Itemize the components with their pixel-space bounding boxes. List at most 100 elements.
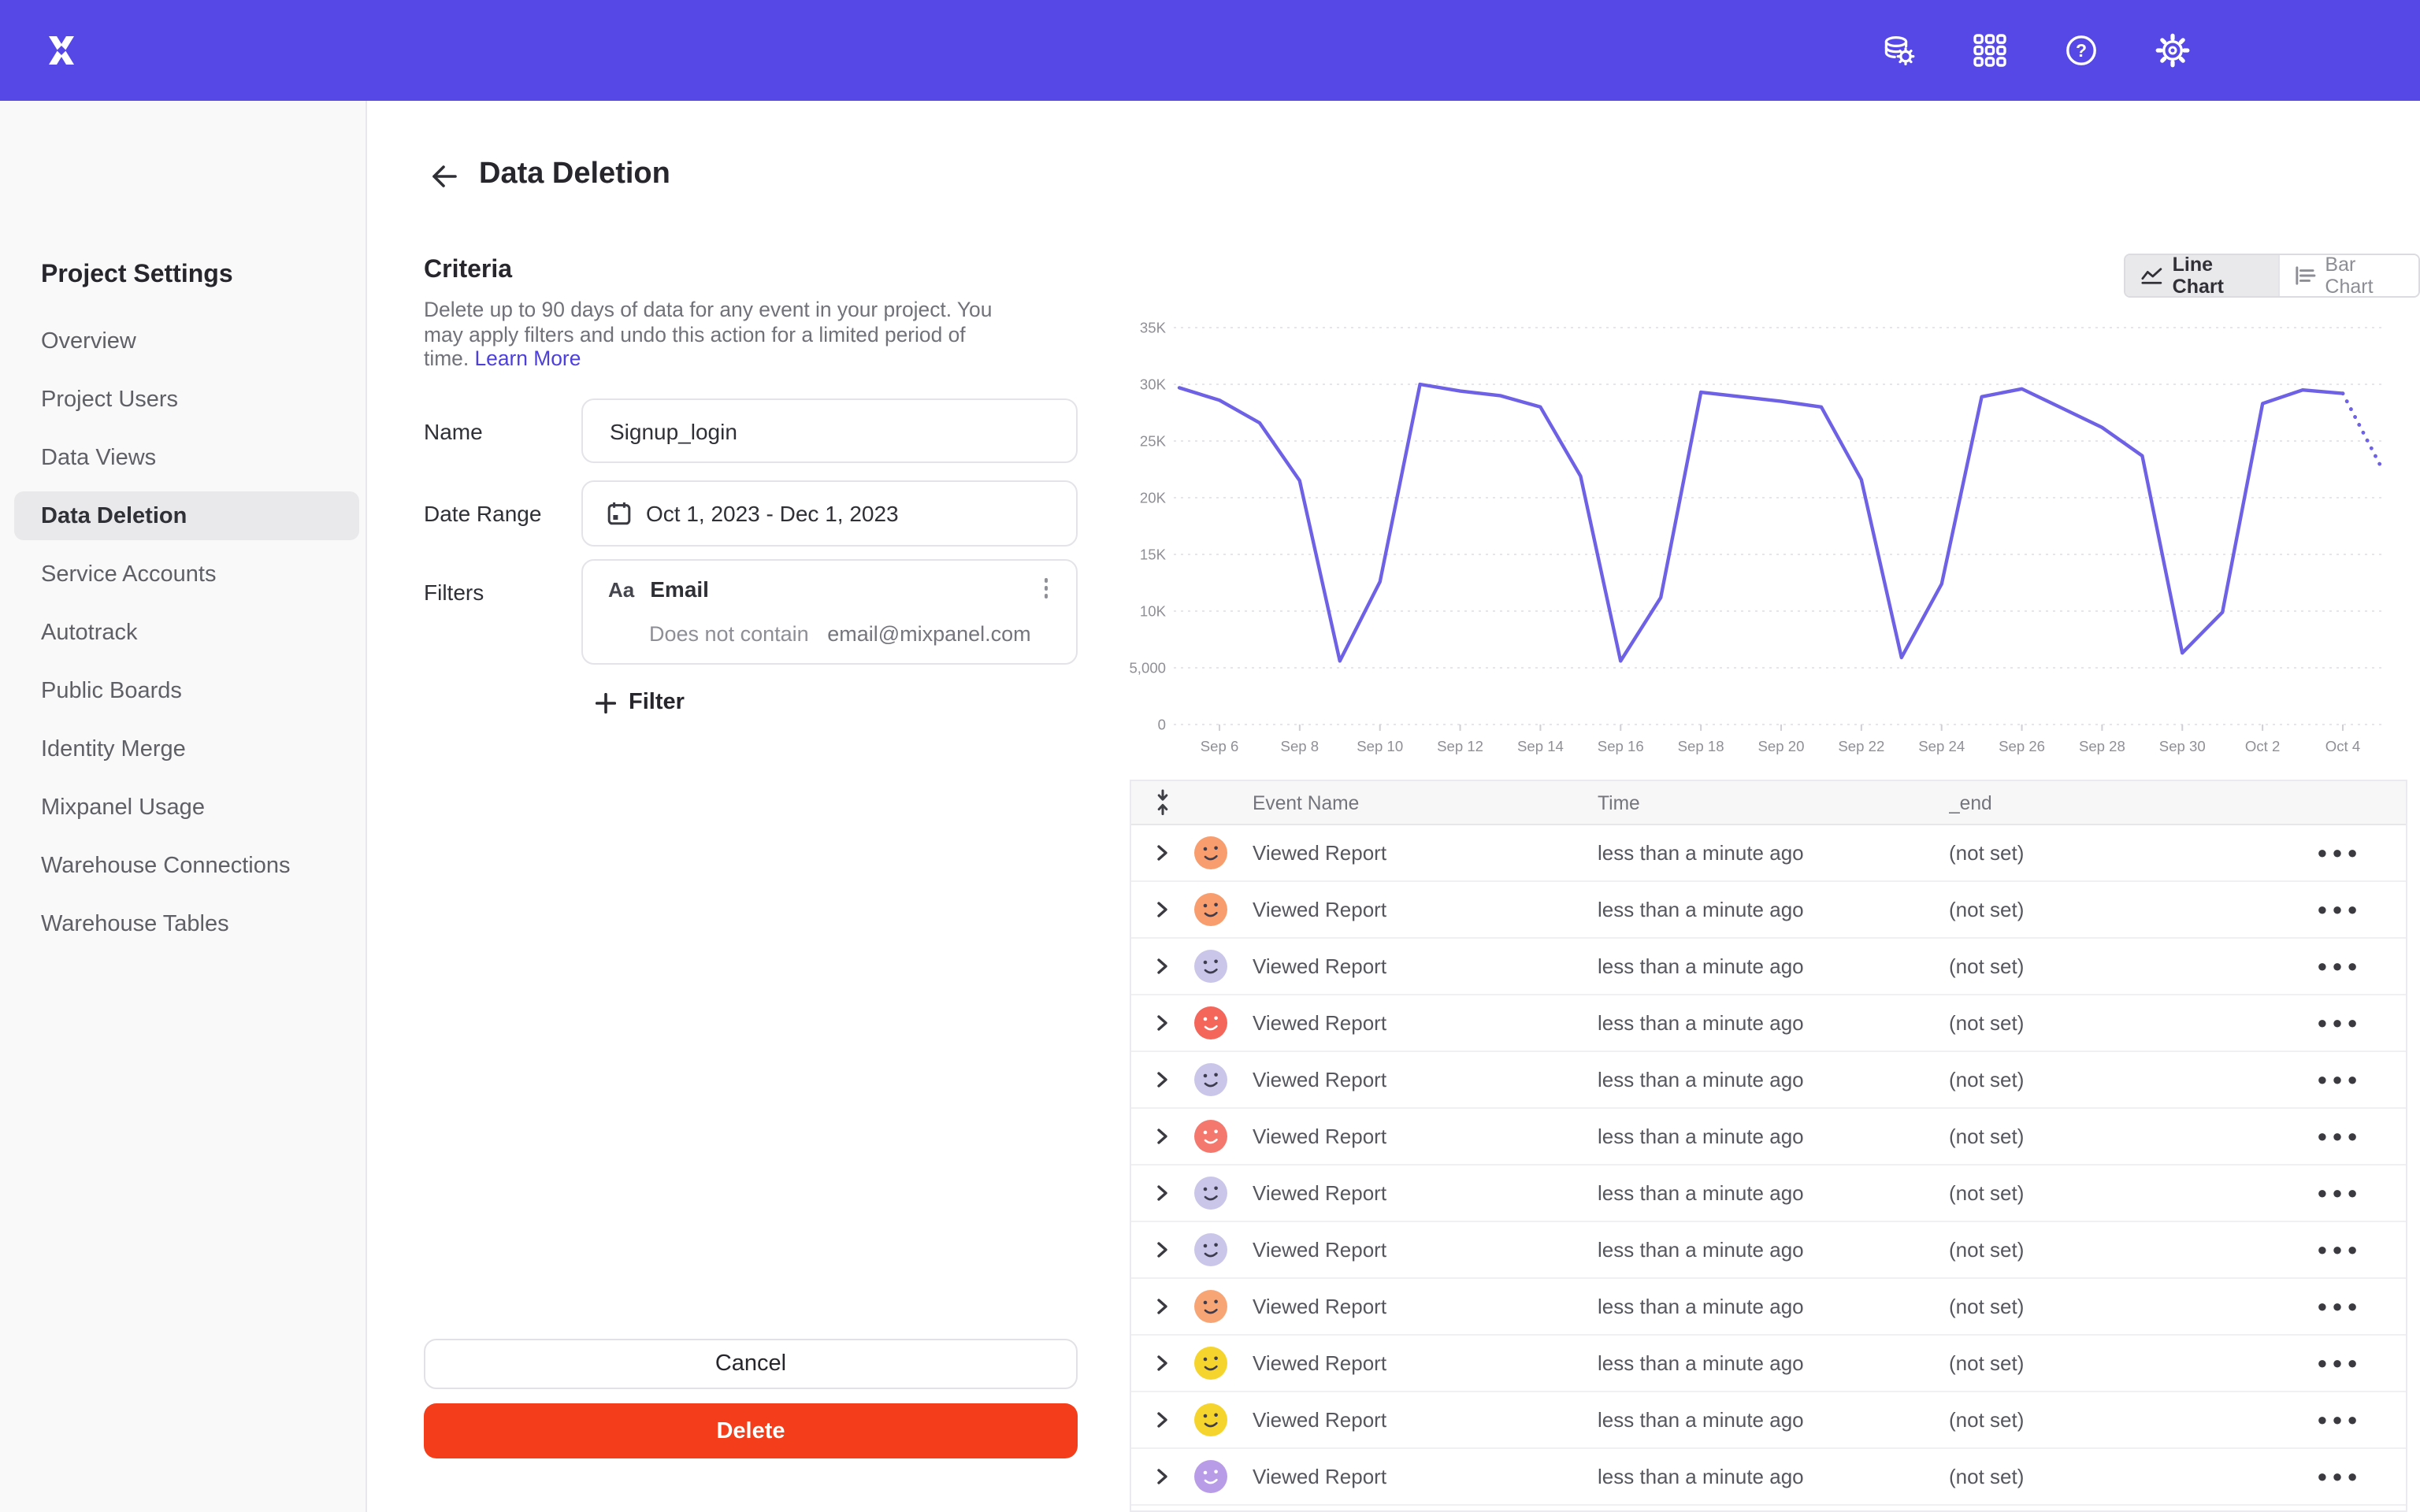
table-body: Viewed Report less than a minute ago (no… (1131, 825, 2406, 1512)
table-row[interactable]: Viewed Report less than a minute ago (no… (1131, 825, 2406, 882)
add-filter-button[interactable]: Filter (596, 690, 685, 715)
svg-text:Sep 8: Sep 8 (1281, 738, 1319, 754)
table-row[interactable]: Viewed Report less than a minute ago (no… (1131, 1279, 2406, 1336)
row-actions-menu-icon[interactable]: ● ● ● (2317, 1410, 2359, 1429)
sidebar-item-mixpanel-usage[interactable]: Mixpanel Usage (0, 778, 367, 836)
data-sources-icon[interactable] (1881, 33, 1916, 68)
svg-text:5,000: 5,000 (1129, 659, 1166, 676)
expand-chevron-icon[interactable] (1156, 1468, 1169, 1485)
time-cell: less than a minute ago (1598, 1238, 1949, 1262)
help-icon[interactable]: ? (2064, 33, 2099, 68)
expand-chevron-icon[interactable] (1156, 1354, 1169, 1372)
table-row[interactable]: Viewed Report less than a minute ago (no… (1131, 1222, 2406, 1279)
name-input[interactable]: Signup_login (581, 398, 1078, 463)
row-actions-menu-icon[interactable]: ● ● ● (2317, 843, 2359, 862)
expand-chevron-icon[interactable] (1156, 1184, 1169, 1202)
end-cell: (not set) (1949, 1465, 2270, 1488)
user-avatar (1194, 893, 1227, 926)
sidebar-item-label: Warehouse Connections (41, 853, 291, 878)
sidebar-item-data-views[interactable]: Data Views (0, 428, 367, 487)
expand-chevron-icon[interactable] (1156, 1128, 1169, 1145)
end-cell: (not set) (1949, 1295, 2270, 1318)
expand-chevron-icon[interactable] (1156, 901, 1169, 918)
sidebar-item-label: Overview (41, 328, 136, 354)
row-actions-menu-icon[interactable]: ● ● ● (2317, 1297, 2359, 1316)
sidebar-item-project-users[interactable]: Project Users (0, 370, 367, 428)
sidebar-item-data-deletion[interactable]: Data Deletion (0, 487, 367, 545)
expand-chevron-icon[interactable] (1156, 844, 1169, 862)
user-avatar (1194, 1006, 1227, 1040)
column-header-event-name[interactable]: Event Name (1253, 791, 1598, 813)
table-row[interactable]: Viewed Report less than a minute ago (no… (1131, 882, 2406, 939)
row-actions-menu-icon[interactable]: ● ● ● (2317, 957, 2359, 976)
line-chart-toggle[interactable]: Line Chart (2125, 255, 2278, 296)
sidebar-item-autotrack[interactable]: Autotrack (0, 603, 367, 662)
table-row[interactable]: Viewed Report less than a minute ago (no… (1131, 1336, 2406, 1392)
svg-text:Oct 2: Oct 2 (2245, 738, 2280, 754)
expand-chevron-icon[interactable] (1156, 1241, 1169, 1258)
table-row[interactable]: Viewed Report less than a minute ago (no… (1131, 1052, 2406, 1109)
back-arrow-icon[interactable] (429, 161, 460, 192)
row-actions-menu-icon[interactable]: ● ● ● (2317, 1354, 2359, 1373)
filter-condition-row[interactable]: Does not contain email@mixpanel.com (649, 622, 1031, 646)
string-type-icon: Aa (608, 577, 634, 601)
filter-operator[interactable]: Does not contain (649, 622, 809, 646)
filter-kebab-menu-icon[interactable] (1044, 578, 1048, 598)
table-row[interactable]: Viewed Report less than a minute ago (no… (1131, 1506, 2406, 1512)
expand-chevron-icon[interactable] (1156, 1071, 1169, 1088)
table-row[interactable]: Viewed Report less than a minute ago (no… (1131, 939, 2406, 995)
svg-text:0: 0 (1158, 716, 1166, 732)
time-cell: less than a minute ago (1598, 1068, 1949, 1091)
row-actions-menu-icon[interactable]: ● ● ● (2317, 1184, 2359, 1203)
row-actions-menu-icon[interactable]: ● ● ● (2317, 1240, 2359, 1259)
mixpanel-logo[interactable] (44, 33, 79, 68)
expand-chevron-icon[interactable] (1156, 1298, 1169, 1315)
row-actions-menu-icon[interactable]: ● ● ● (2317, 1467, 2359, 1486)
column-header-time[interactable]: Time (1598, 791, 1949, 813)
criteria-description: Delete up to 90 days of data for any eve… (424, 298, 997, 371)
expand-chevron-icon[interactable] (1156, 958, 1169, 975)
svg-text:Sep 10: Sep 10 (1357, 738, 1403, 754)
filter-value[interactable]: email@mixpanel.com (827, 622, 1031, 646)
sidebar-item-public-boards[interactable]: Public Boards (0, 662, 367, 720)
filter-card[interactable]: Aa Email Does not contain email@mixpanel… (581, 559, 1078, 665)
table-row[interactable]: Viewed Report less than a minute ago (no… (1131, 995, 2406, 1052)
criteria-heading: Criteria (424, 257, 512, 285)
user-avatar (1194, 1460, 1227, 1493)
bar-chart-toggle[interactable]: Bar Chart (2278, 255, 2418, 296)
cancel-button[interactable]: Cancel (424, 1339, 1078, 1389)
expand-chevron-icon[interactable] (1156, 1411, 1169, 1429)
settings-gear-icon[interactable] (2155, 33, 2190, 68)
table-row[interactable]: Viewed Report less than a minute ago (no… (1131, 1392, 2406, 1449)
page-title: Data Deletion (479, 158, 670, 192)
row-actions-menu-icon[interactable]: ● ● ● (2317, 900, 2359, 919)
sidebar-item-service-accounts[interactable]: Service Accounts (0, 545, 367, 603)
sidebar-item-overview[interactable]: Overview (0, 312, 367, 370)
learn-more-link[interactable]: Learn More (475, 346, 581, 370)
row-actions-menu-icon[interactable]: ● ● ● (2317, 1127, 2359, 1146)
sidebar-item-label: Autotrack (41, 620, 138, 645)
sidebar-item-label: Project Users (41, 387, 178, 412)
table-row[interactable]: Viewed Report less than a minute ago (no… (1131, 1449, 2406, 1506)
delete-button[interactable]: Delete (424, 1403, 1078, 1458)
table-row[interactable]: Viewed Report less than a minute ago (no… (1131, 1109, 2406, 1166)
sort-vertical-icon[interactable] (1153, 789, 1172, 816)
user-avatar (1194, 836, 1227, 869)
sidebar-item-warehouse-tables[interactable]: Warehouse Tables (0, 895, 367, 953)
expand-chevron-icon[interactable] (1156, 1014, 1169, 1032)
column-header-end[interactable]: _end (1949, 791, 2270, 813)
time-cell: less than a minute ago (1598, 1408, 1949, 1432)
date-range-input[interactable]: Oct 1, 2023 - Dec 1, 2023 (581, 480, 1078, 547)
sidebar-item-warehouse-connections[interactable]: Warehouse Connections (0, 836, 367, 895)
user-avatar (1194, 1063, 1227, 1096)
events-line-chart: 05,00010K15K20K25K30K35KSep 6Sep 8Sep 10… (1103, 309, 2407, 756)
time-cell: less than a minute ago (1598, 841, 1949, 865)
sidebar-item-identity-merge[interactable]: Identity Merge (0, 720, 367, 778)
table-row[interactable]: Viewed Report less than a minute ago (no… (1131, 1166, 2406, 1222)
apps-grid-icon[interactable] (1973, 33, 2007, 68)
row-actions-menu-icon[interactable]: ● ● ● (2317, 1070, 2359, 1089)
date-range-value: Oct 1, 2023 - Dec 1, 2023 (646, 501, 899, 526)
row-actions-menu-icon[interactable]: ● ● ● (2317, 1014, 2359, 1032)
time-cell: less than a minute ago (1598, 1125, 1949, 1148)
topbar-icon-group: ? (1881, 33, 2190, 68)
